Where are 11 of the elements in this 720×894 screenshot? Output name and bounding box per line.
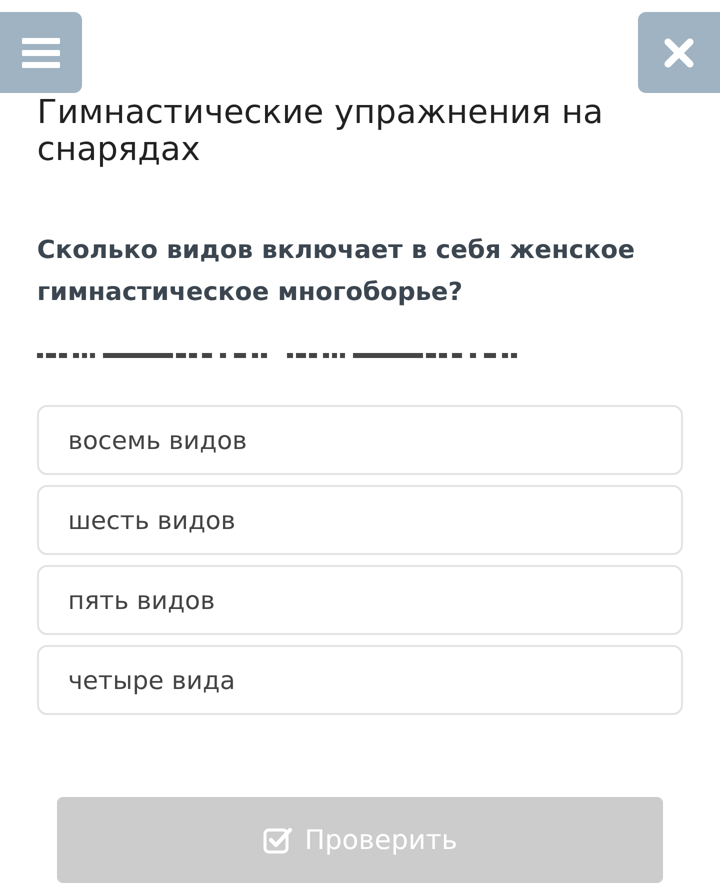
question-text: Сколько видов включает в себя женское гимнастическое многоборье? bbox=[36, 234, 636, 308]
menu-button[interactable] bbox=[0, 12, 82, 93]
lesson-title: Гимнастические упражнения на снарядах bbox=[36, 93, 604, 167]
answer-option[interactable]: восемь видов bbox=[37, 405, 683, 475]
menu-icon bbox=[22, 38, 60, 68]
answer-option[interactable]: пять видов bbox=[37, 565, 683, 635]
answer-option[interactable]: шесть видов bbox=[37, 485, 683, 555]
checkbox-icon bbox=[262, 826, 293, 854]
answer-option[interactable]: четыре вида bbox=[37, 645, 683, 715]
close-icon bbox=[664, 38, 694, 68]
close-button[interactable] bbox=[638, 12, 720, 93]
